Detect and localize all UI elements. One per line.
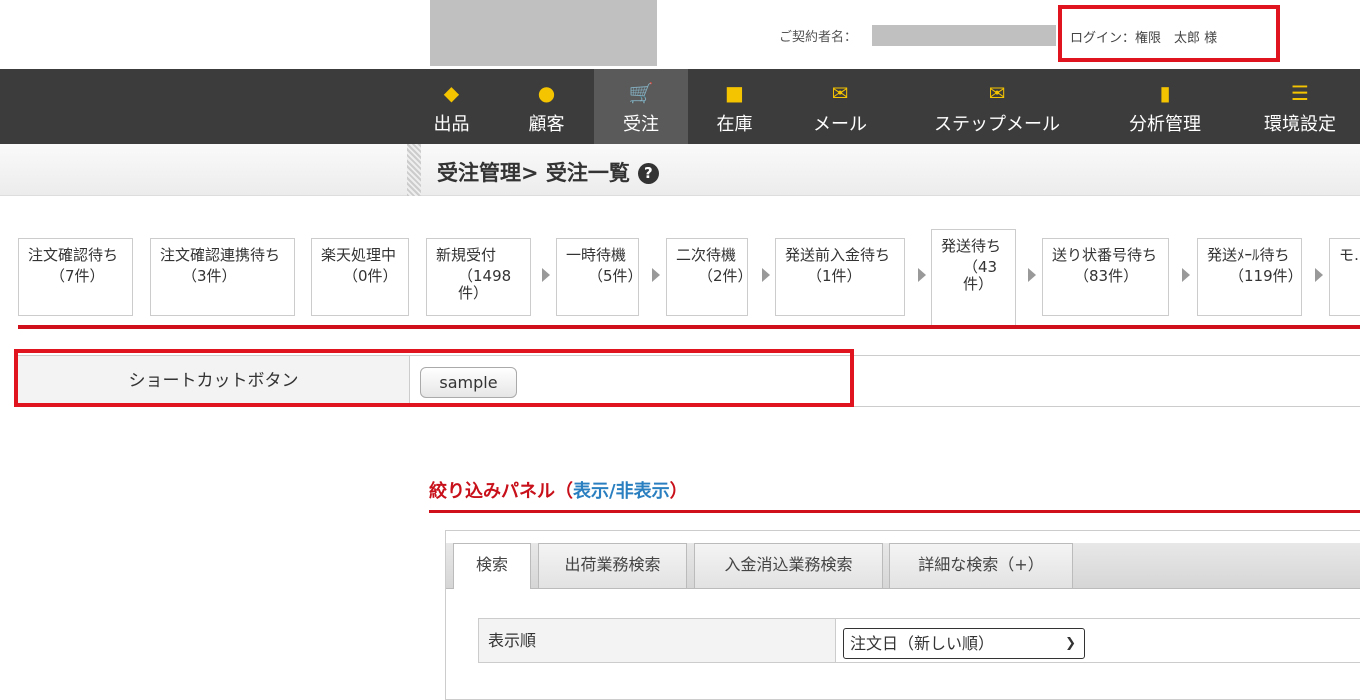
status-label: 発送待ち bbox=[941, 237, 1002, 255]
chevron-down-icon: ❯ bbox=[1065, 636, 1076, 651]
status-box[interactable]: 二次待機 （2件） bbox=[666, 238, 753, 316]
nav-item-0[interactable]: ◆ 出品 bbox=[420, 69, 483, 144]
breadcrumb: 受注管理> 受注一覧 bbox=[437, 161, 630, 185]
filter-title-close: ） bbox=[669, 481, 688, 502]
cart-icon: 🛒 bbox=[628, 81, 654, 105]
tab-1[interactable]: 出荷業務検索 bbox=[538, 543, 687, 588]
step-mail-icon: ✉ bbox=[988, 81, 1006, 105]
nav-item-4[interactable]: ✉ メール bbox=[800, 69, 880, 144]
status-count: （83件） bbox=[1074, 267, 1139, 285]
nav-label: メール bbox=[813, 114, 867, 135]
nav-label: 顧客 bbox=[528, 114, 565, 135]
contract-name-label: ご契約者名： bbox=[779, 30, 858, 45]
box-icon: ■ bbox=[725, 81, 744, 105]
status-box[interactable]: 送り状番号待ち （83件） bbox=[1042, 238, 1169, 316]
sort-value: 注文日（新しい順） bbox=[850, 634, 995, 653]
arrow-right-icon bbox=[652, 268, 660, 282]
status-label: モ…ち bbox=[1339, 246, 1360, 264]
status-box[interactable]: 楽天処理中 （0件） bbox=[311, 238, 409, 316]
tab-0[interactable]: 検索 bbox=[453, 543, 531, 589]
status-count: （1件） bbox=[807, 267, 862, 285]
status-count: （0件） bbox=[343, 267, 398, 285]
breadcrumb-bar bbox=[0, 144, 1360, 196]
status-box[interactable]: 一時待機 （5件） bbox=[556, 238, 643, 316]
person-icon: ● bbox=[537, 81, 556, 105]
status-label: 注文確認連携待ち bbox=[160, 246, 281, 264]
status-box[interactable]: 注文確認連携待ち （3件） bbox=[150, 238, 295, 316]
status-count: （119件） bbox=[1229, 267, 1303, 285]
nav-label: ステップメール bbox=[934, 114, 1060, 135]
status-box[interactable]: 発送待ち （43件） bbox=[931, 229, 1016, 326]
status-count: （1498件） bbox=[458, 267, 512, 302]
help-icon[interactable]: ? bbox=[637, 163, 659, 184]
status-count: （3件） bbox=[182, 267, 237, 285]
tab-2[interactable]: 入金消込業務検索 bbox=[694, 543, 883, 588]
status-count: （43件） bbox=[963, 258, 998, 293]
status-box[interactable]: 発送前入金待ち （1件） bbox=[775, 238, 905, 316]
contract-name-redacted bbox=[872, 25, 1056, 46]
nav-label: 在庫 bbox=[716, 114, 753, 135]
arrow-right-icon bbox=[918, 268, 926, 282]
status-label: 楽天処理中 bbox=[321, 246, 397, 264]
tag-icon: ◆ bbox=[443, 81, 460, 105]
status-box[interactable]: 新規受付 （1498件） bbox=[426, 238, 531, 316]
status-label: 新規受付 bbox=[436, 246, 497, 264]
divider bbox=[18, 325, 1360, 329]
logo-placeholder bbox=[430, 0, 657, 66]
sort-label: 表示順 bbox=[478, 618, 836, 663]
status-label: 送り状番号待ち bbox=[1052, 246, 1158, 264]
nav-item-5[interactable]: ✉ ステップメール bbox=[915, 69, 1079, 144]
toggle-filter-link[interactable]: 表示/非表示 bbox=[573, 481, 670, 502]
hatch-decoration bbox=[407, 144, 421, 196]
arrow-right-icon bbox=[1028, 268, 1036, 282]
status-box[interactable]: 注文確認待ち （7件） bbox=[18, 238, 133, 316]
divider bbox=[429, 510, 1360, 513]
status-label: 発送前入金待ち bbox=[785, 246, 891, 264]
status-label: 二次待機 bbox=[676, 246, 737, 264]
status-label: 発送ﾒｰﾙ待ち bbox=[1207, 246, 1290, 264]
arrow-right-icon bbox=[762, 268, 770, 282]
chart-icon: ▮ bbox=[1159, 81, 1171, 105]
sliders-icon: ☰ bbox=[1291, 81, 1309, 105]
nav-label: 分析管理 bbox=[1129, 114, 1201, 135]
nav-label: 環境設定 bbox=[1264, 114, 1336, 135]
status-box[interactable]: モ…ち bbox=[1329, 238, 1360, 316]
nav-item-6[interactable]: ▮ 分析管理 bbox=[1110, 69, 1220, 144]
nav-item-3[interactable]: ■ 在庫 bbox=[703, 69, 766, 144]
status-label: 注文確認待ち bbox=[28, 246, 119, 264]
status-count: （5件） bbox=[588, 267, 643, 285]
nav-item-7[interactable]: ☰ 環境設定 bbox=[1245, 69, 1355, 144]
nav-label: 出品 bbox=[433, 114, 470, 135]
nav-item-1[interactable]: ● 顧客 bbox=[515, 69, 578, 144]
tab-3[interactable]: 詳細な検索（+） bbox=[889, 543, 1073, 588]
filter-panel-title: 絞り込みパネル（表示/非表示） bbox=[429, 477, 688, 503]
main-nav: ◆ 出品 ● 顧客 🛒 受注 ■ 在庫 ✉ メール ✉ ステップメール ▮ 分析管理 ☰ 環境設定 bbox=[0, 69, 1360, 144]
status-count: （7件） bbox=[50, 267, 105, 285]
nav-label: 受注 bbox=[623, 114, 659, 135]
status-label: 一時待機 bbox=[566, 246, 627, 264]
nav-item-2[interactable]: 🛒 受注 bbox=[594, 69, 688, 144]
status-count: （2件） bbox=[698, 267, 753, 285]
arrow-right-icon bbox=[1315, 268, 1323, 282]
arrow-right-icon bbox=[542, 268, 550, 282]
login-user: ログイン：権限 太郎 様 bbox=[1058, 5, 1280, 62]
page-title: 受注管理> 受注一覧? bbox=[437, 157, 659, 187]
sort-order-select[interactable]: 注文日（新しい順） ❯ bbox=[843, 628, 1085, 659]
filter-title-text: 絞り込みパネル（ bbox=[429, 481, 573, 502]
status-box[interactable]: 発送ﾒｰﾙ待ち （119件） bbox=[1197, 238, 1303, 316]
highlight-box bbox=[14, 349, 854, 407]
arrow-right-icon bbox=[1182, 268, 1190, 282]
mail-icon: ✉ bbox=[831, 81, 849, 105]
